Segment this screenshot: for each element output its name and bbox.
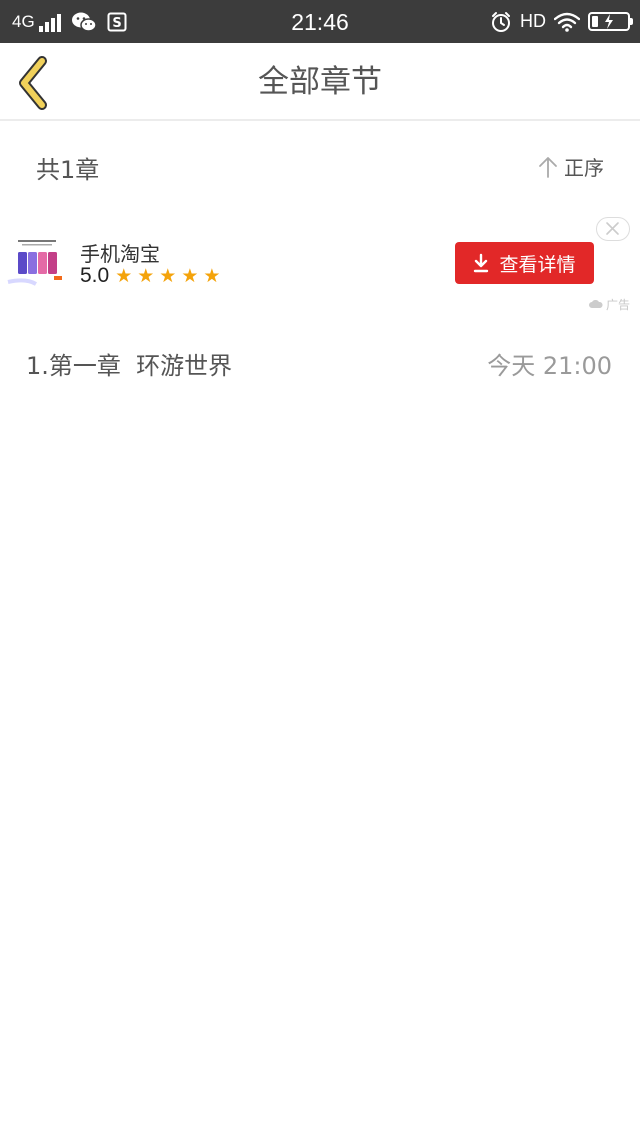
ad-rating-row: 5.0 ★ ★ ★ ★ ★ [80,264,220,288]
close-icon [606,222,619,235]
wifi-icon [554,12,580,32]
chapter-list-item[interactable]: 1.第一章 环游世界 今天 21:00 [0,330,640,396]
star-icon: ★ [137,264,155,287]
cloud-icon [589,300,603,308]
app-header: 全部章节 [0,43,640,121]
view-details-label: 查看详情 [499,253,576,276]
ad-rating-value: 5.0 [80,264,110,287]
alarm-icon [492,11,510,32]
battery-icon [588,12,633,31]
page-title: 全部章节 [258,64,382,100]
ad-app-thumbnail [6,238,68,290]
sort-order-toggle[interactable]: 正序 [538,152,604,181]
arrow-up-icon [539,156,557,178]
chapter-count: 共1章 [36,156,100,184]
ad-label: 广告 [589,296,630,313]
sort-order-label: 正序 [564,156,604,180]
download-icon [474,253,489,273]
ad-close-button[interactable] [596,217,630,241]
back-button[interactable] [10,53,64,111]
star-icon: ★ [181,264,199,287]
star-icon: ★ [115,264,133,287]
rating-stars: ★ ★ ★ ★ ★ [115,264,221,287]
status-bar: 4G S 21:46 HD [0,0,640,43]
ad-app-name: 手机淘宝 [80,242,160,266]
status-right: HD [490,0,633,43]
star-icon: ★ [159,264,177,287]
chapter-date: 今天 21:00 [487,352,612,380]
chapter-title: 1.第一章 环游世界 [26,352,233,380]
ad-banner[interactable]: 手机淘宝 5.0 ★ ★ ★ ★ ★ 查看详情 广告 [0,212,640,318]
chevron-left-icon [19,56,47,110]
view-details-button[interactable]: 查看详情 [455,242,594,284]
charging-bolt-icon [605,14,613,29]
hd-indicator: HD [520,11,546,31]
battery-level [592,16,598,27]
ad-label-text: 广告 [605,298,630,312]
star-icon: ★ [203,264,221,287]
